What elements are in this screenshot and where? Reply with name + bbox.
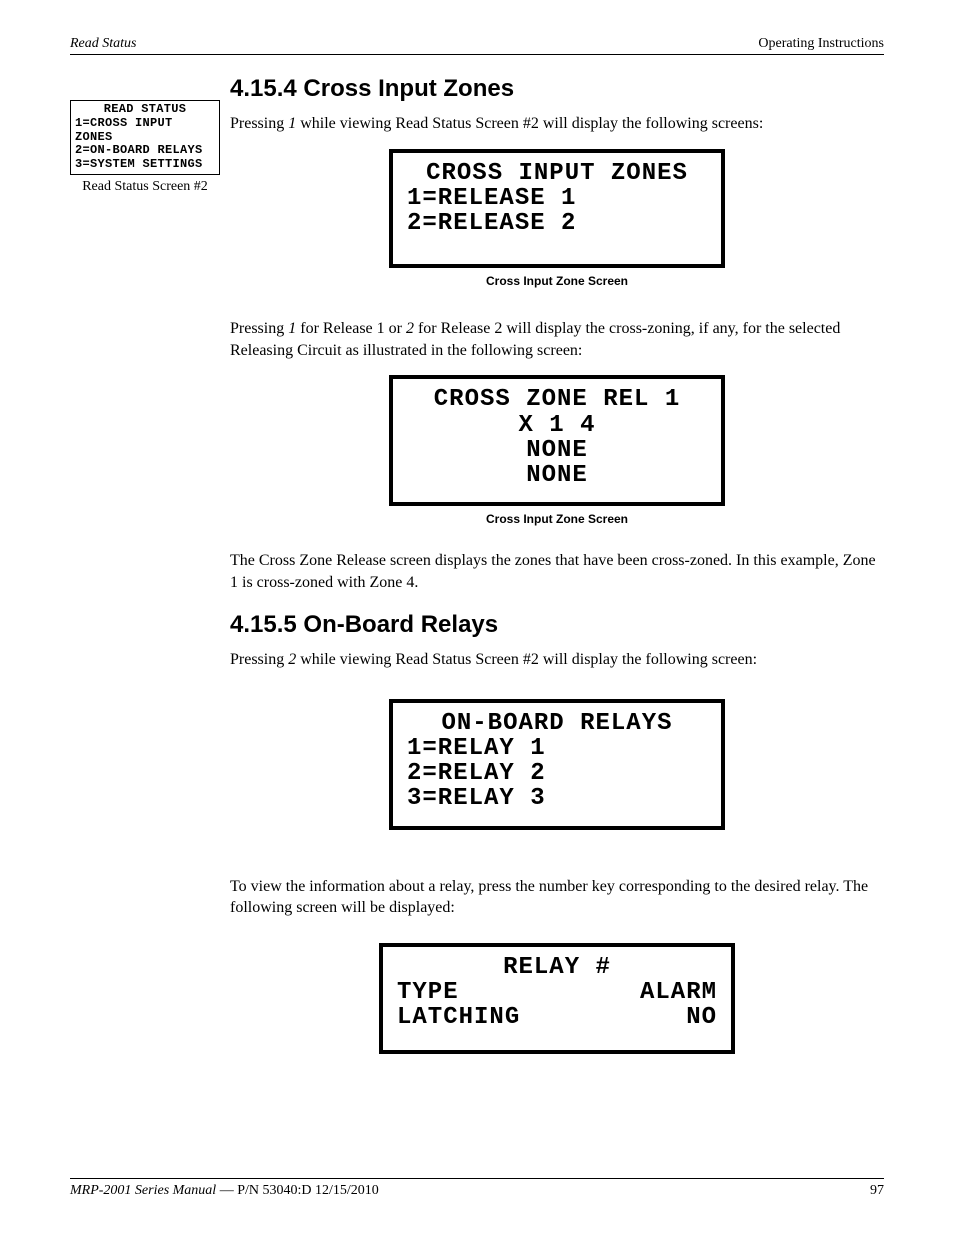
lcd-line: 1=RELAY 1 — [407, 736, 707, 761]
runhead-left: Read Status — [70, 36, 137, 52]
section-heading-4-15-4: 4.15.4 Cross Input Zones — [230, 75, 884, 103]
body-paragraph: Pressing 2 while viewing Read Status Scr… — [230, 649, 884, 671]
lcd-line: RELAY # — [397, 955, 717, 980]
side-lcd-line: 3=SYSTEM SETTINGS — [75, 158, 215, 172]
side-lcd-box: READ STATUS 1=CROSS INPUT ZONES 2=ON-BOA… — [70, 100, 220, 175]
lcd-line: 1=RELEASE 1 — [407, 186, 707, 211]
lcd-caption: Cross Input Zone Screen — [230, 512, 884, 526]
lcd-line: 2=RELAY 2 — [407, 761, 707, 786]
lcd-line: CROSS INPUT ZONES — [407, 161, 707, 186]
side-lcd-line: 2=ON-BOARD RELAYS — [75, 144, 215, 158]
side-lcd-caption: Read Status Screen #2 — [70, 179, 220, 195]
section-heading-4-15-5: 4.15.5 On-Board Relays — [230, 611, 884, 639]
lcd-figure: ON-BOARD RELAYS 1=RELAY 1 2=RELAY 2 3=RE… — [230, 699, 884, 830]
lcd-line: X 1 4 — [407, 413, 707, 438]
side-lcd-line: 1=CROSS INPUT ZONES — [75, 117, 215, 145]
runhead-right: Operating Instructions — [758, 36, 884, 52]
side-column: READ STATUS 1=CROSS INPUT ZONES 2=ON-BOA… — [70, 75, 230, 1060]
footer-page-number: 97 — [870, 1183, 884, 1199]
lcd-screen-relay-detail: RELAY # TYPE ALARM LATCHING NO — [379, 943, 735, 1055]
lcd-line: LATCHING NO — [397, 1005, 717, 1030]
lcd-line: 3=RELAY 3 — [407, 786, 707, 811]
running-header: Read Status Operating Instructions — [70, 36, 884, 55]
page-footer: MRP-2001 Series Manual — P/N 53040:D 12/… — [70, 1178, 884, 1199]
body-paragraph: To view the information about a relay, p… — [230, 876, 884, 919]
lcd-figure: CROSS INPUT ZONES 1=RELEASE 1 2=RELEASE … — [230, 149, 884, 289]
lcd-line: TYPE ALARM — [397, 980, 717, 1005]
main-column: 4.15.4 Cross Input Zones Pressing 1 whil… — [230, 75, 884, 1060]
lcd-figure: RELAY # TYPE ALARM LATCHING NO — [230, 943, 884, 1055]
lcd-line: CROSS ZONE REL 1 — [407, 387, 707, 412]
lcd-figure: CROSS ZONE REL 1 X 1 4 NONE NONE Cross I… — [230, 375, 884, 526]
body-paragraph: Pressing 1 for Release 1 or 2 for Releas… — [230, 318, 884, 361]
side-lcd-title: READ STATUS — [75, 103, 215, 117]
content-grid: READ STATUS 1=CROSS INPUT ZONES 2=ON-BOA… — [70, 75, 884, 1060]
lcd-line: 2=RELEASE 2 — [407, 211, 707, 236]
page: Read Status Operating Instructions READ … — [0, 0, 954, 1235]
body-paragraph: The Cross Zone Release screen displays t… — [230, 550, 884, 593]
lcd-screen-cross-zone-rel: CROSS ZONE REL 1 X 1 4 NONE NONE — [389, 375, 725, 506]
lcd-line: NONE — [407, 438, 707, 463]
lcd-line: NONE — [407, 463, 707, 488]
body-paragraph: Pressing 1 while viewing Read Status Scr… — [230, 113, 884, 135]
lcd-line: ON-BOARD RELAYS — [407, 711, 707, 736]
keypress: 2 — [406, 320, 414, 337]
lcd-screen-cross-input-zones: CROSS INPUT ZONES 1=RELEASE 1 2=RELEASE … — [389, 149, 725, 269]
lcd-screen-on-board-relays: ON-BOARD RELAYS 1=RELAY 1 2=RELAY 2 3=RE… — [389, 699, 725, 830]
lcd-caption: Cross Input Zone Screen — [230, 274, 884, 288]
footer-left: MRP-2001 Series Manual — P/N 53040:D 12/… — [70, 1183, 379, 1199]
